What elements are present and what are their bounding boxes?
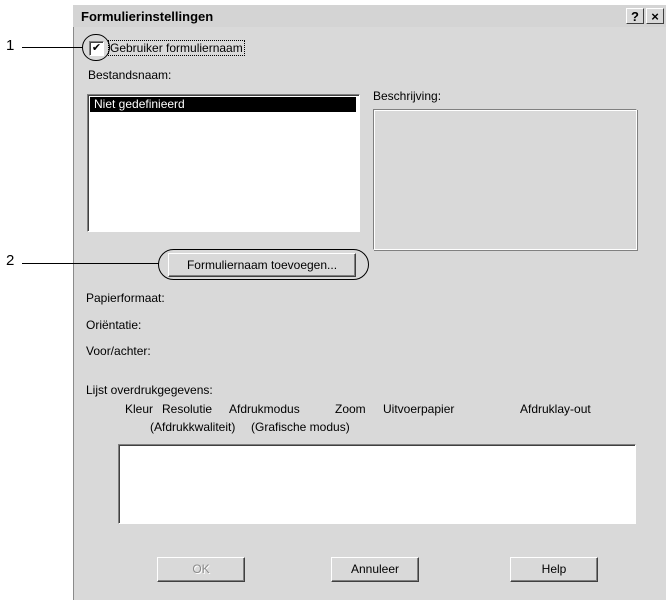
callout-number-2: 2 xyxy=(6,252,15,269)
column-header-print-layout[interactable]: Afdruklay-out xyxy=(520,402,591,416)
callout-number-1: 1 xyxy=(6,37,15,54)
front-back-label: Voor/achter: xyxy=(86,344,151,358)
cancel-button[interactable]: Annuleer xyxy=(331,557,419,582)
column-header-resolution[interactable]: Resolutie xyxy=(162,402,212,416)
list-item[interactable]: Niet gedefinieerd xyxy=(90,97,356,112)
close-title-button[interactable]: × xyxy=(646,8,664,24)
paper-size-label: Papierformaat: xyxy=(86,291,165,305)
column-subheader-print-quality: (Afdrukkwaliteit) xyxy=(150,420,236,434)
description-box xyxy=(373,109,637,250)
overlay-listbox[interactable] xyxy=(118,444,636,524)
column-header-print-mode[interactable]: Afdrukmodus xyxy=(229,402,300,416)
orientation-label: Oriëntatie: xyxy=(86,318,142,332)
use-form-name-label[interactable]: Gebruiker formuliernaam xyxy=(108,40,245,56)
add-form-name-button[interactable]: Formuliernaam toevoegen... xyxy=(168,253,356,277)
description-label: Beschrijving: xyxy=(373,89,442,103)
help-button[interactable]: Help xyxy=(510,557,598,582)
dialog-title: Formulierinstellingen xyxy=(81,9,214,24)
column-header-zoom[interactable]: Zoom xyxy=(335,402,366,416)
column-subheader-graphic-mode: (Grafische modus) xyxy=(251,420,350,434)
ok-button[interactable]: OK xyxy=(157,557,245,582)
help-title-button[interactable]: ? xyxy=(626,8,644,24)
overlay-list-label: Lijst overdrukgegevens: xyxy=(86,383,213,397)
checkmark-icon: ✔ xyxy=(91,42,102,54)
file-name-label: Bestandsnaam: xyxy=(88,68,172,82)
file-name-listbox[interactable] xyxy=(87,94,360,232)
callout-line-2 xyxy=(22,263,159,264)
use-form-name-checkbox[interactable]: ✔ xyxy=(89,41,104,56)
column-header-color[interactable]: Kleur xyxy=(125,402,153,416)
column-header-output-paper[interactable]: Uitvoerpapier xyxy=(383,402,454,416)
callout-line-1 xyxy=(22,47,83,48)
